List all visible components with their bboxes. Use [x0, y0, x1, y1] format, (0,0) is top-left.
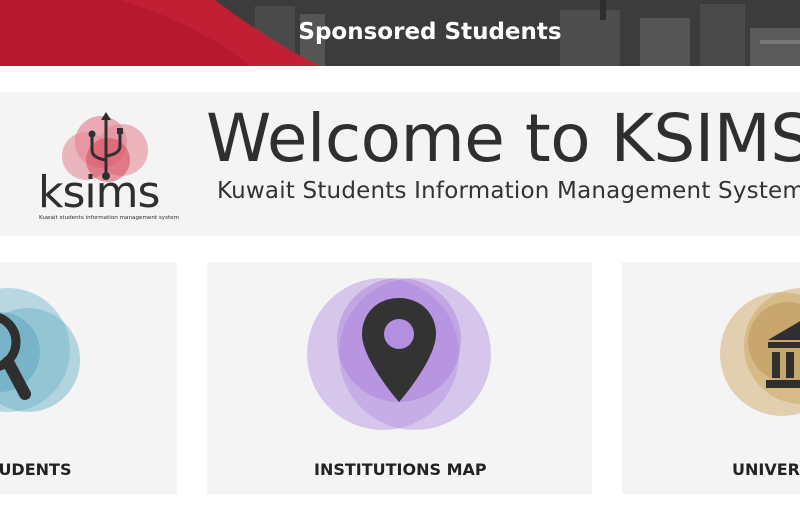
logo-wordmark: ksims	[38, 167, 159, 218]
building-icon	[720, 288, 800, 416]
banner-title: Sponsored Students	[298, 19, 562, 45]
card-students[interactable]: STUDENTS	[0, 262, 177, 494]
card-students-label: STUDENTS	[0, 460, 72, 479]
page-subtitle: Kuwait Students Information Management S…	[217, 178, 800, 204]
card-universities[interactable]: UNIVERSITIES	[622, 262, 800, 494]
ksims-logo: ksims Kuwait students information manage…	[38, 112, 179, 221]
magnifier-icon	[0, 288, 80, 412]
card-universities-label: UNIVERSITIES	[732, 460, 800, 479]
map-pin-icon	[307, 278, 491, 430]
welcome-panel: ksims Kuwait students information manage…	[0, 92, 800, 236]
logo-tagline: Kuwait students information management s…	[39, 215, 179, 221]
header-banner: Sponsored Students	[0, 0, 800, 66]
page-title: Welcome to KSIMS	[206, 100, 800, 177]
card-institutions-map[interactable]: INSTITUTIONS MAP	[207, 262, 592, 494]
card-institutions-map-label: INSTITUTIONS MAP	[314, 460, 487, 479]
